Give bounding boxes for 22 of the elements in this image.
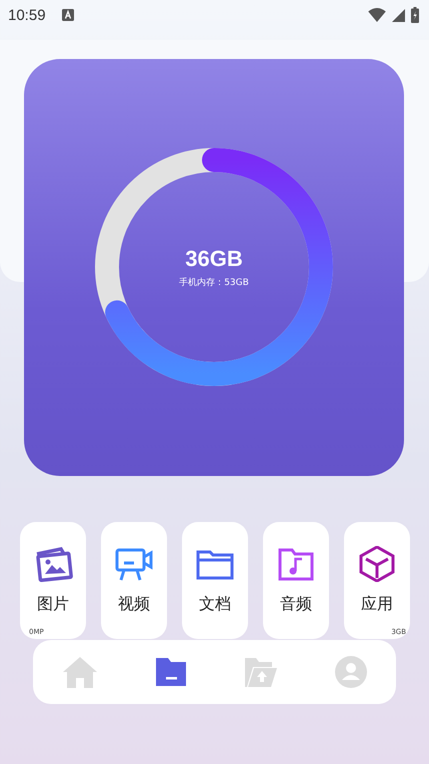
category-label: 文档 bbox=[199, 594, 231, 615]
profile-icon[interactable] bbox=[335, 656, 368, 688]
signal-icon bbox=[392, 8, 405, 22]
category-card[interactable]: 文档 bbox=[182, 522, 248, 639]
category-card[interactable]: 音频 bbox=[263, 522, 329, 639]
category-label: 音频 bbox=[280, 594, 312, 615]
wifi-icon bbox=[368, 8, 386, 22]
upload-folder-icon[interactable] bbox=[244, 656, 278, 688]
notification-icon bbox=[62, 9, 74, 21]
cube-icon bbox=[357, 546, 397, 582]
home-icon[interactable] bbox=[62, 656, 98, 688]
category-label: 视频 bbox=[118, 594, 150, 615]
category-card[interactable]: 视频 bbox=[101, 522, 167, 639]
category-label: 图片 bbox=[37, 594, 69, 615]
video-camera-icon bbox=[114, 546, 154, 582]
battery-icon bbox=[411, 7, 419, 23]
music-folder-icon bbox=[276, 546, 316, 582]
status-time: 10:59 bbox=[8, 6, 46, 24]
folder-icon[interactable] bbox=[154, 657, 187, 687]
storage-caption: 手机内存：53GB bbox=[179, 276, 249, 288]
category-label: 应用 bbox=[361, 594, 393, 615]
used-storage: 36GB bbox=[185, 246, 243, 272]
